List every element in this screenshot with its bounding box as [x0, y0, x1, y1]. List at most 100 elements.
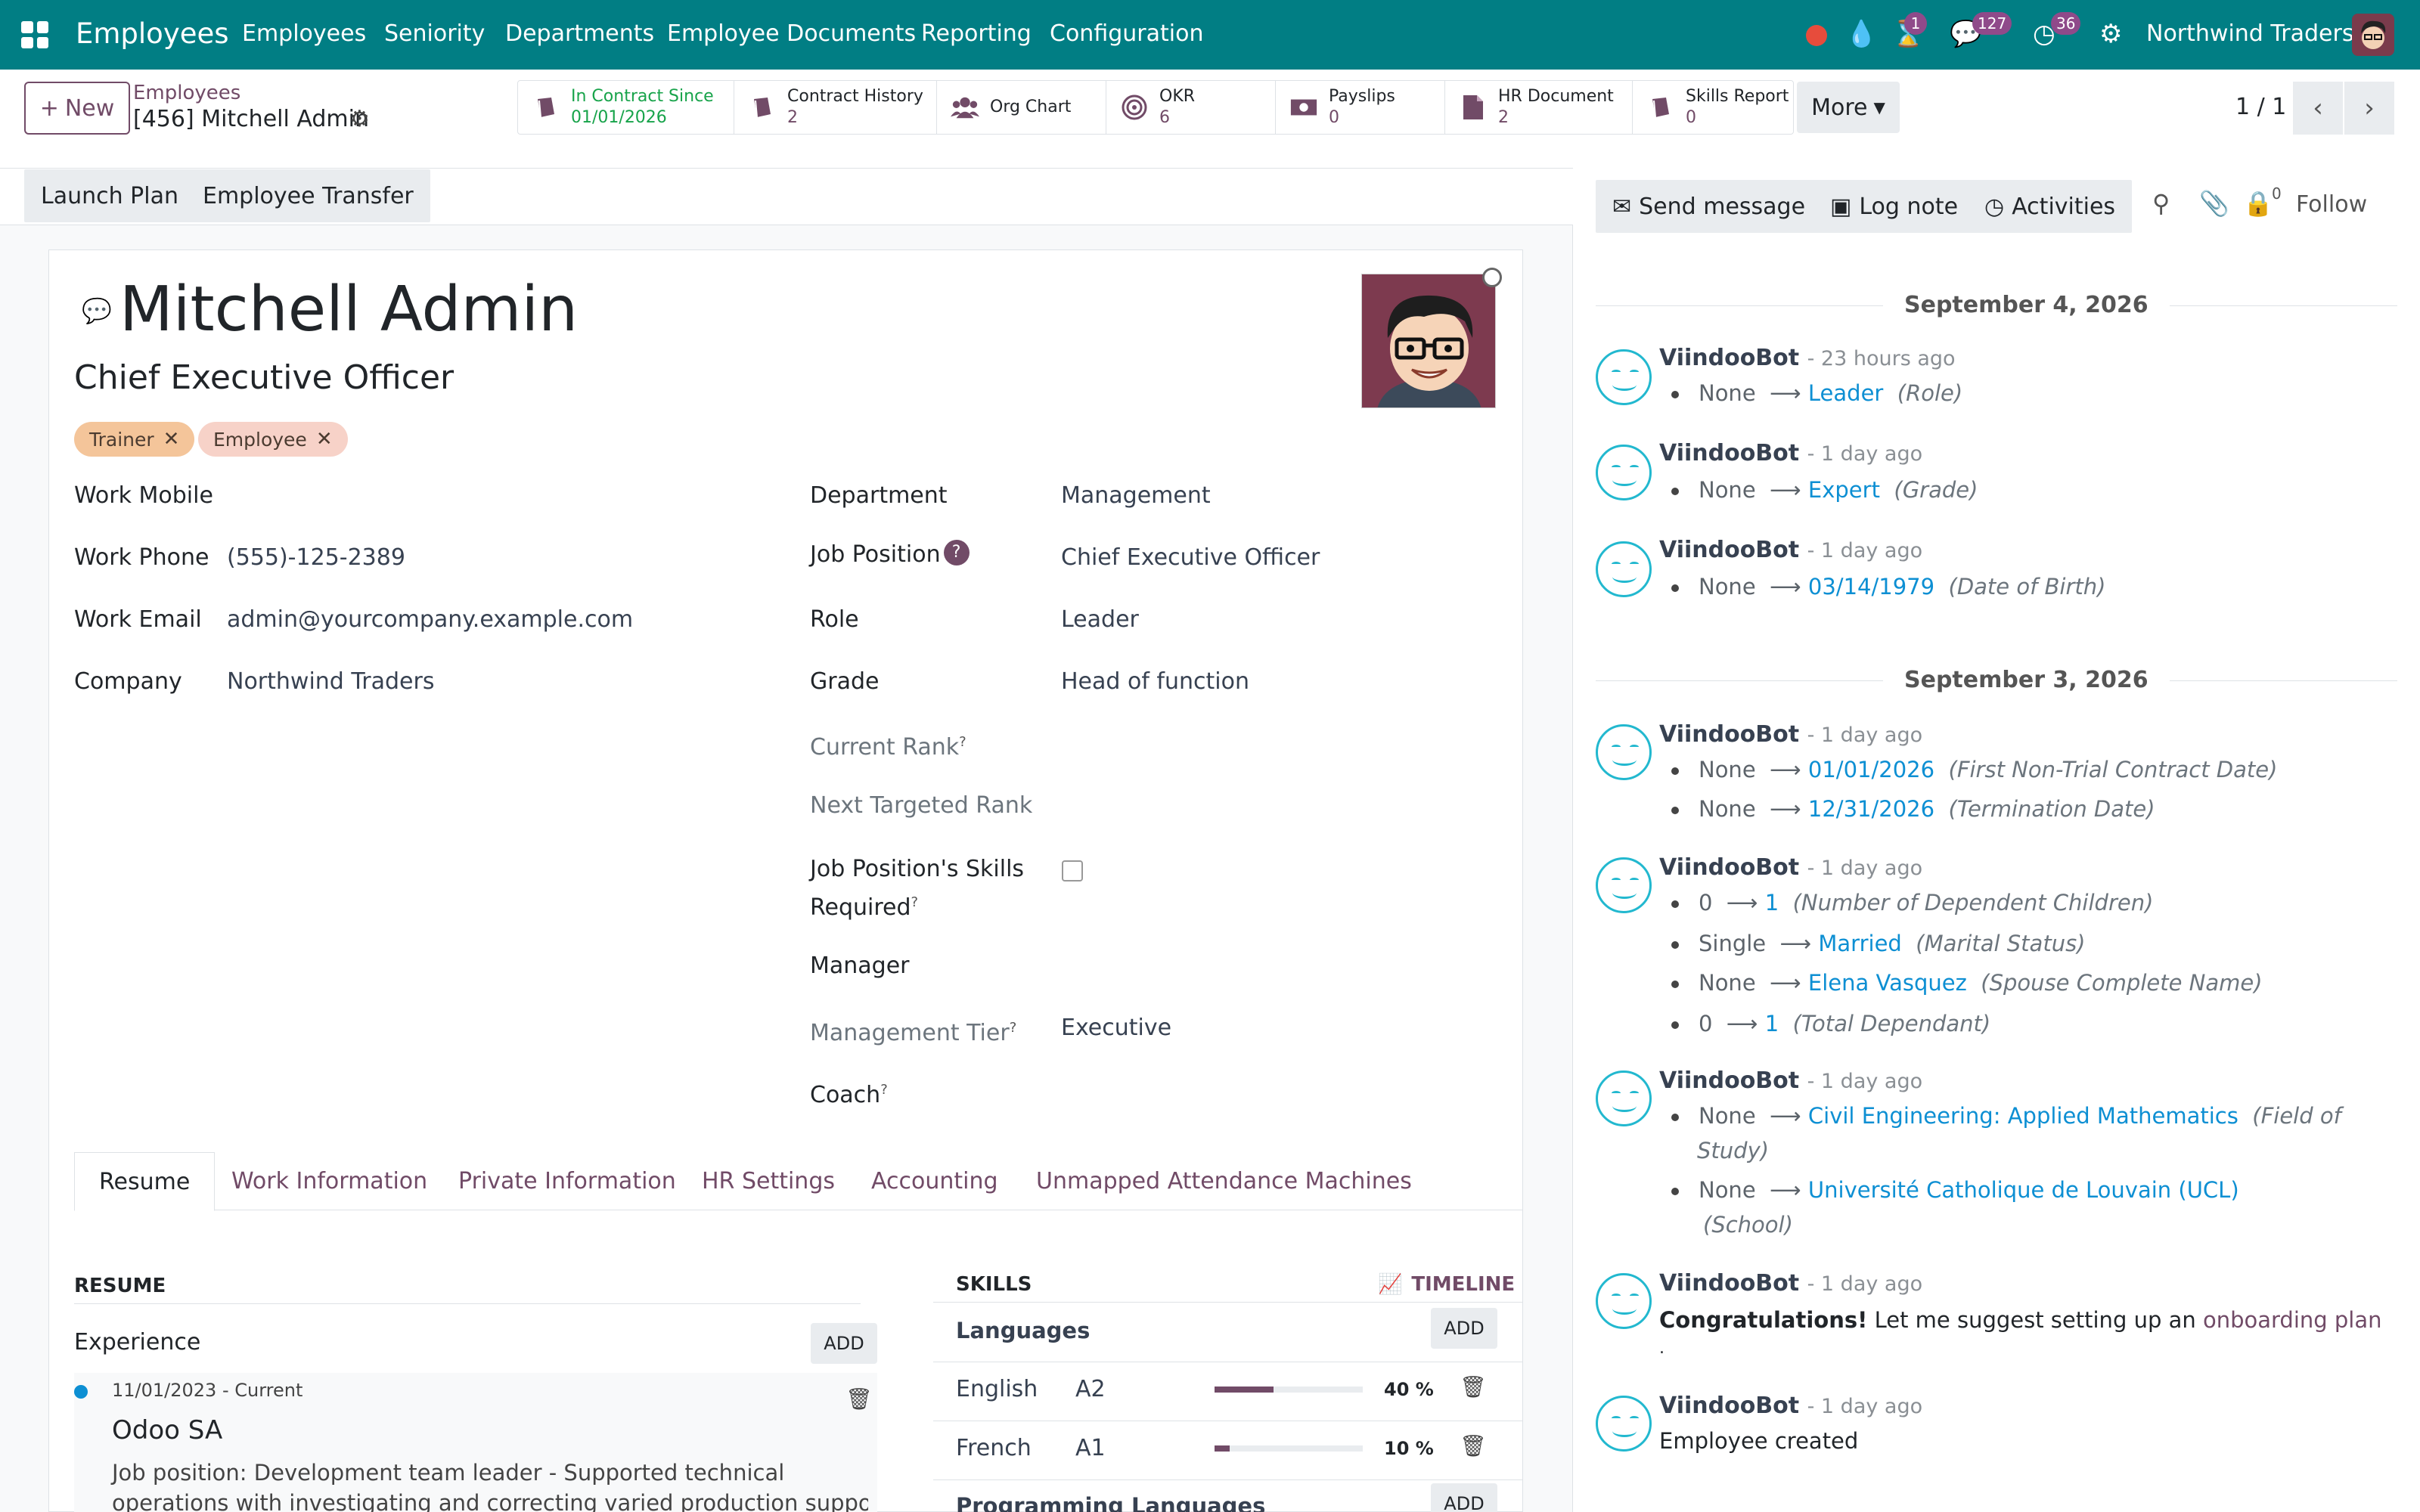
menu-configuration[interactable]: Configuration: [1050, 18, 1203, 50]
employee-photo[interactable]: [1361, 274, 1496, 408]
smart-payslips[interactable]: Payslips 0: [1276, 81, 1445, 134]
label-current-rank: Current Rank?: [810, 734, 966, 761]
field-company[interactable]: Northwind Traders: [227, 667, 434, 697]
add-experience-button[interactable]: ADD: [811, 1323, 877, 1364]
close-icon[interactable]: ✕: [316, 428, 333, 451]
paperclip-icon[interactable]: 📎: [2199, 189, 2229, 218]
field-coach[interactable]: [1061, 1075, 1485, 1105]
help-mark[interactable]: ?: [1010, 1020, 1017, 1036]
chat-bubbles-icon[interactable]: 💬: [82, 296, 112, 325]
label-job-position: Job Position?: [810, 540, 970, 570]
breadcrumb-parent[interactable]: Employees: [133, 80, 240, 106]
pager-next-button[interactable]: ›: [2344, 82, 2394, 135]
menu-departments[interactable]: Departments: [505, 18, 654, 50]
tab-resume[interactable]: Resume: [74, 1152, 216, 1211]
timeline-button[interactable]: 📈 TIMELINE: [1378, 1272, 1515, 1297]
book-icon: [748, 93, 777, 122]
record-status-icon[interactable]: [1806, 25, 1827, 46]
drop-icon[interactable]: 💧: [1845, 18, 1877, 50]
menu-employee-documents[interactable]: Employee Documents: [667, 18, 916, 50]
field-next-targeted-rank[interactable]: [1061, 791, 1485, 821]
apps-menu-icon[interactable]: [21, 21, 48, 48]
tracking-value: None ⟶ Civil Engineering: Applied Mathem…: [1671, 1101, 2341, 1131]
trash-icon[interactable]: 🗑: [845, 1387, 873, 1411]
field-management-tier[interactable]: Executive: [1061, 1013, 1171, 1043]
envelope-icon: ✉: [1612, 193, 1632, 220]
trash-icon[interactable]: 🗑: [1460, 1433, 1487, 1458]
help-mark[interactable]: ?: [911, 894, 919, 910]
tracking-value: 0 ⟶ 1 (Number of Dependent Children): [1671, 888, 2153, 918]
add-programming-skill-button[interactable]: ADD: [1431, 1483, 1497, 1512]
employee-job-title[interactable]: Chief Executive Officer: [74, 355, 454, 401]
tracking-value: 0 ⟶ 1 (Total Dependant): [1671, 1009, 1990, 1039]
employee-name[interactable]: Mitchell Admin: [119, 272, 578, 348]
skills-required-checkbox[interactable]: [1062, 860, 1083, 881]
experience-label: Experience: [74, 1329, 201, 1356]
launch-plan-button[interactable]: Launch Plan: [24, 169, 195, 222]
add-language-skill-button[interactable]: ADD: [1431, 1308, 1497, 1349]
trash-icon[interactable]: 🗑: [1460, 1374, 1487, 1399]
smart-okr[interactable]: OKR 6: [1106, 81, 1276, 134]
menu-seniority[interactable]: Seniority: [384, 18, 485, 50]
tracking-value: None ⟶ 03/14/1979 (Date of Birth): [1671, 572, 2105, 602]
tab-private-information[interactable]: Private Information: [434, 1152, 700, 1211]
send-message-button[interactable]: ✉ Send message: [1596, 180, 1823, 233]
bot-avatar: [1596, 857, 1652, 913]
resume-line-dates: 11/01/2023 - Current: [112, 1380, 303, 1401]
field-grade[interactable]: Head of function: [1061, 667, 1249, 697]
company-switcher[interactable]: Northwind Traders: [2146, 18, 2353, 50]
messages-badge: 127: [1972, 12, 2012, 35]
activities-button[interactable]: ◷ Activities: [1968, 180, 2133, 233]
smart-hr-document[interactable]: HR Document 2: [1445, 81, 1633, 134]
more-button[interactable]: More ▼: [1797, 82, 1900, 133]
search-icon[interactable]: ⚲: [2152, 189, 2170, 218]
menu-reporting[interactable]: Reporting: [921, 18, 1032, 50]
app-title[interactable]: Employees: [76, 15, 229, 53]
tracking-value: None ⟶ Université Catholique de Louvain …: [1671, 1175, 2239, 1205]
smart-org-chart[interactable]: Org Chart: [937, 81, 1106, 134]
tab-hr-settings[interactable]: HR Settings: [678, 1152, 859, 1211]
message-author: ViindooBot - 1 day ago: [1659, 1270, 1923, 1297]
record-actions-gear-icon[interactable]: ⚙: [349, 106, 370, 132]
tab-unmapped-attendance-machines[interactable]: Unmapped Attendance Machines: [1012, 1152, 1436, 1211]
smart-contract-history[interactable]: Contract History 2: [734, 81, 937, 134]
settings-icon[interactable]: ⚙: [2099, 18, 2122, 50]
pager-previous-button[interactable]: ‹: [2293, 82, 2343, 135]
tracking-field-continued: (School): [1703, 1212, 1793, 1238]
tab-accounting[interactable]: Accounting: [847, 1152, 1022, 1211]
field-role[interactable]: Leader: [1061, 605, 1139, 635]
field-department[interactable]: Management: [1061, 481, 1211, 511]
tracking-field-continued: Study): [1697, 1138, 1770, 1163]
new-button[interactable]: + New: [24, 82, 130, 135]
help-mark[interactable]: ?: [880, 1082, 888, 1098]
menu-employees[interactable]: Employees: [242, 18, 366, 50]
skill-progress-bar: [1215, 1387, 1363, 1393]
field-manager[interactable]: [1061, 951, 1485, 981]
user-avatar[interactable]: [2352, 14, 2394, 56]
field-work-email[interactable]: admin@yourcompany.example.com: [227, 605, 633, 635]
follow-button[interactable]: Follow: [2296, 189, 2367, 221]
tracking-value: None ⟶ 01/01/2026 (First Non-Trial Contr…: [1671, 754, 2277, 785]
pager-value[interactable]: 1 / 1: [2235, 91, 2286, 124]
employee-transfer-button[interactable]: Employee Transfer: [186, 169, 430, 222]
field-job-position[interactable]: Chief Executive Officer: [1061, 543, 1320, 573]
caret-down-icon: ▼: [1873, 98, 1885, 116]
field-work-phone[interactable]: (555)-125-2389: [227, 543, 405, 573]
tab-work-information[interactable]: Work Information: [207, 1152, 451, 1211]
label-skills-required-1: Job Position's Skills: [810, 856, 1025, 882]
field-work-mobile[interactable]: [227, 481, 681, 511]
lock-icon[interactable]: 🔒: [2243, 189, 2273, 218]
help-mark[interactable]: ?: [959, 734, 966, 750]
book-icon: [1646, 93, 1675, 122]
help-question-icon[interactable]: ?: [943, 540, 970, 565]
onboarding-plan-link[interactable]: onboarding plan: [2203, 1307, 2382, 1333]
close-icon[interactable]: ✕: [163, 428, 180, 451]
tag-employee: Employee ✕: [198, 422, 348, 457]
users-icon: [951, 93, 979, 122]
bot-avatar: [1596, 1396, 1652, 1452]
smart-in-contract-since[interactable]: In Contract Since 01/01/2026: [518, 81, 734, 134]
log-note-button[interactable]: ▣ Log note: [1813, 180, 1975, 233]
field-current-rank[interactable]: [1061, 727, 1485, 758]
smart-skills-report[interactable]: Skills Report 0: [1633, 81, 1793, 134]
breadcrumb-current: [456] Mitchell Admin: [133, 106, 369, 132]
